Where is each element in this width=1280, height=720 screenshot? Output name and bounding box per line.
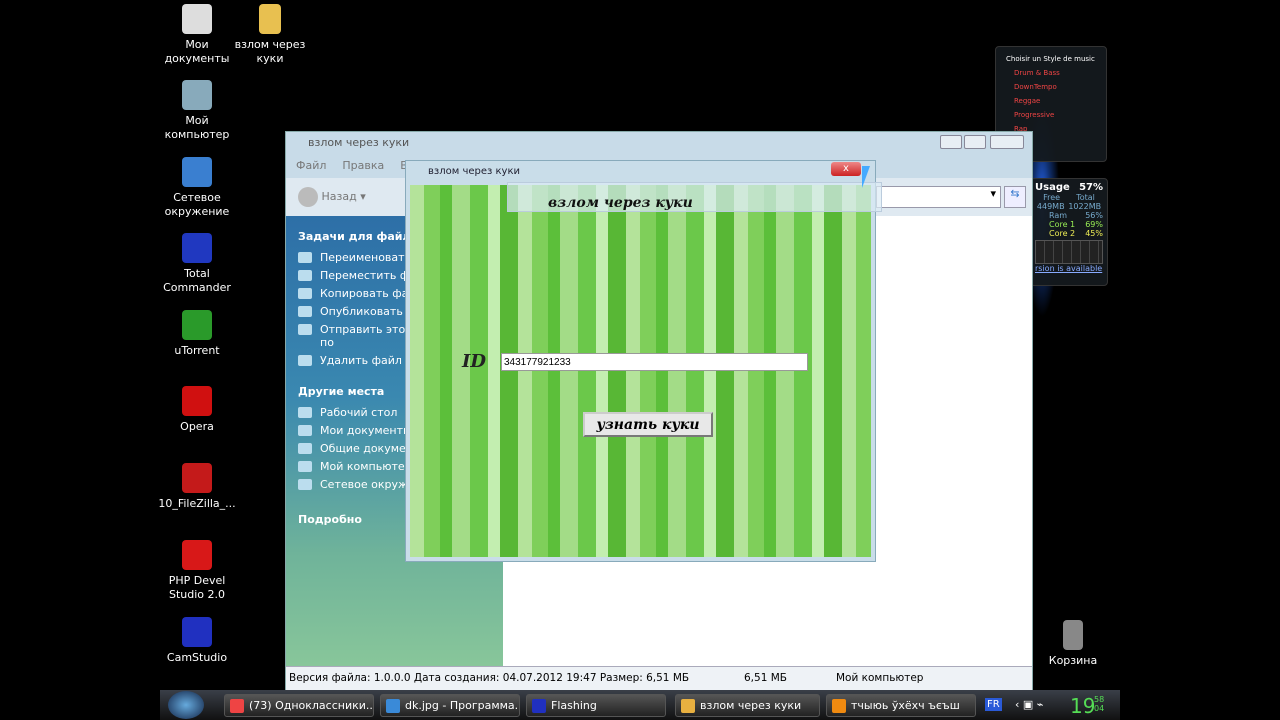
total-label: Total — [1076, 193, 1095, 202]
desktop-icon-folder[interactable]: взлом через куки — [225, 4, 315, 66]
app-icon — [182, 310, 212, 340]
clock-hour[interactable]: 19 — [1070, 694, 1095, 718]
music-style-item[interactable]: DownTempo — [1006, 83, 1096, 91]
cpu-row-value: 45% — [1085, 229, 1103, 238]
desktop-icon-label: Opera — [180, 420, 214, 433]
close-button[interactable] — [990, 135, 1024, 149]
id-input[interactable] — [501, 353, 808, 371]
id-label: ID — [462, 351, 487, 372]
app-icon — [182, 386, 212, 416]
cpu-row: Core 1 69% — [1035, 220, 1103, 229]
explorer-title: взлом через куки — [308, 136, 410, 149]
cpu-row: Core 2 45% — [1035, 229, 1103, 238]
cpu-percent: 57% — [1079, 182, 1103, 193]
total-value: 1022MB — [1068, 202, 1102, 211]
app-icon — [182, 4, 212, 34]
music-style-item[interactable]: Reggae — [1006, 97, 1096, 105]
desktop-icon[interactable]: uTorrent — [152, 310, 242, 358]
taskbar: (73) Одноклассники... dk.jpg - Программа.… — [160, 690, 1120, 720]
music-style-item[interactable]: Progressive — [1006, 111, 1096, 119]
free-label: Free — [1043, 193, 1061, 202]
desktop-icon[interactable]: 10_FileZilla_... — [152, 463, 242, 511]
recycle-bin-icon — [1063, 620, 1083, 650]
desktop-icon-label: uTorrent — [174, 344, 220, 357]
update-link[interactable]: rsion is available — [1035, 264, 1103, 273]
cpu-row-value: 56% — [1085, 211, 1103, 220]
cpu-row-name: Core 2 — [1049, 229, 1076, 238]
taskbar-button[interactable]: (73) Одноклассники... — [224, 694, 374, 717]
desktop-icon[interactable]: PHP Devel Studio 2.0 — [152, 540, 242, 602]
desktop-icon[interactable]: CamStudio — [152, 617, 242, 665]
free-value: 449MB — [1036, 202, 1065, 211]
menu-item[interactable]: Файл — [296, 159, 326, 172]
start-button[interactable] — [168, 691, 204, 719]
app-body: взлом через куки ID узнать куки — [410, 182, 882, 557]
tray-icons[interactable]: ‹ ▣ ⌁ — [1015, 698, 1043, 711]
cpu-gadget: Usage 57% Free Total 449MB 1022MB Ram 56% Cor… — [1030, 178, 1108, 286]
app-close-button[interactable]: x — [831, 162, 861, 176]
cpu-graph — [1035, 240, 1103, 264]
music-style-item[interactable]: Drum & Bass — [1006, 69, 1096, 77]
status-bar: Версия файла: 1.0.0.0 Дата создания: 04.… — [286, 666, 1032, 690]
status-location: Мой компьютер — [836, 672, 924, 684]
desktop-icon-label: 10_FileZilla_... — [158, 497, 236, 510]
minimize-button[interactable] — [940, 135, 962, 149]
music-gadget-title: Choisir un Style de music — [1006, 55, 1095, 63]
desktop-icon-label: Мои документы — [164, 38, 230, 65]
get-cookies-button[interactable]: узнать куки — [583, 412, 713, 437]
status-size: 6,51 МБ — [744, 672, 787, 684]
language-indicator[interactable]: FR — [985, 698, 1002, 711]
app-title: взлом через куки — [428, 166, 520, 177]
app-icon — [182, 233, 212, 263]
go-button[interactable]: ⇆ — [1004, 186, 1026, 208]
app-header: взлом через куки — [548, 195, 693, 211]
app-icon — [182, 617, 212, 647]
desktop-icon-label: Total Commander — [163, 267, 231, 294]
cpu-row: Ram 56% — [1035, 211, 1103, 220]
app-icon — [182, 157, 212, 187]
clock-minutes[interactable]: 58 04 — [1094, 695, 1108, 713]
taskbar-button[interactable]: dk.jpg - Программа... — [380, 694, 520, 717]
mouse-cursor — [862, 166, 870, 188]
cpu-row-value: 69% — [1085, 220, 1103, 229]
maximize-button[interactable] — [964, 135, 986, 149]
cpu-row-name: Core 1 — [1049, 220, 1076, 229]
cookie-app-window: взлом через куки x взлом через куки ID у… — [405, 160, 882, 562]
header-panel: взлом через куки — [507, 182, 882, 212]
desktop-icon[interactable]: Opera — [152, 386, 242, 434]
desktop-icon[interactable]: Total Commander — [152, 233, 242, 295]
cpu-title: Usage — [1035, 182, 1070, 193]
desktop-icon-label: CamStudio — [166, 651, 228, 664]
address-bar[interactable]: ▾ — [876, 186, 1001, 208]
taskbar-button[interactable]: тчыюь ўхёхч ъєъш — [826, 694, 976, 717]
desktop-icon-label: Сетевое окружение — [164, 191, 230, 218]
app-icon — [182, 80, 212, 110]
taskbar-button[interactable]: Flashing — [526, 694, 666, 717]
desktop-icon-recycle-bin[interactable]: Корзина — [1028, 620, 1118, 668]
status-info: Версия файла: 1.0.0.0 Дата создания: 04.… — [289, 672, 690, 684]
app-icon — [182, 540, 212, 570]
desktop-icon-label: Мой компьютер — [164, 114, 230, 141]
app-icon — [182, 463, 212, 493]
menu-item[interactable]: Правка — [342, 159, 384, 172]
taskbar-button[interactable]: взлом через куки — [675, 694, 820, 717]
desktop-icon-label: PHP Devel Studio 2.0 — [168, 574, 226, 601]
desktop-icon[interactable]: Сетевое окружение — [152, 157, 242, 219]
folder-icon — [259, 4, 281, 34]
cpu-row-name: Ram — [1049, 211, 1068, 220]
desktop-icon[interactable]: Мой компьютер — [152, 80, 242, 142]
back-button[interactable]: Назад ▾ — [298, 187, 366, 207]
